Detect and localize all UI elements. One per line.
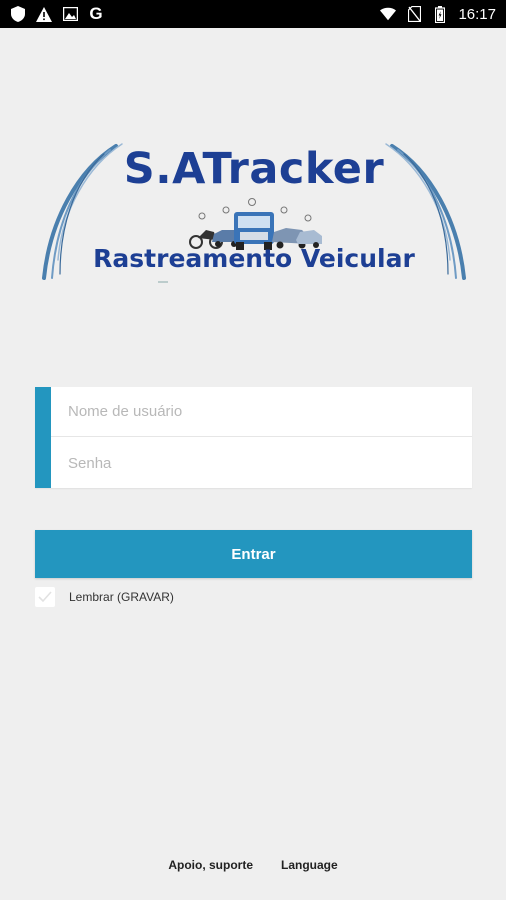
status-left-icons: G xyxy=(10,4,104,23)
app-logo: S.ATracker Rastreamento Veicular xyxy=(38,140,470,285)
password-input[interactable] xyxy=(66,453,472,473)
check-icon xyxy=(38,591,52,603)
image-icon xyxy=(62,6,78,22)
no-sim-icon xyxy=(406,6,422,22)
warning-icon xyxy=(36,6,52,22)
password-field[interactable] xyxy=(51,438,472,488)
login-button[interactable]: Entrar xyxy=(35,530,472,578)
status-bar: G 16:17 xyxy=(0,0,506,28)
support-link[interactable]: Apoio, suporte xyxy=(168,858,253,872)
logo-subtitle: Rastreamento Veicular xyxy=(93,244,415,273)
login-form xyxy=(35,387,472,488)
form-accent-bar xyxy=(35,387,51,488)
remember-checkbox[interactable] xyxy=(35,587,55,607)
username-field[interactable] xyxy=(51,387,472,437)
status-time: 16:17 xyxy=(458,5,496,23)
logo-title: S.ATracker xyxy=(123,144,385,194)
username-input[interactable] xyxy=(66,402,472,421)
login-screen: G 16:17 S.ATracker Rastreamento Veicular… xyxy=(0,0,506,900)
language-link[interactable]: Language xyxy=(281,858,338,872)
wifi-icon xyxy=(380,6,397,22)
battery-icon xyxy=(432,5,448,23)
footer: Apoio, suporte Language xyxy=(0,858,506,872)
remember-option[interactable]: Lembrar (GRAVAR) xyxy=(35,587,174,607)
remember-label: Lembrar (GRAVAR) xyxy=(69,590,174,604)
google-g-icon: G xyxy=(89,4,103,23)
shield-icon xyxy=(10,6,26,22)
status-right-icons: 16:17 xyxy=(380,5,496,23)
